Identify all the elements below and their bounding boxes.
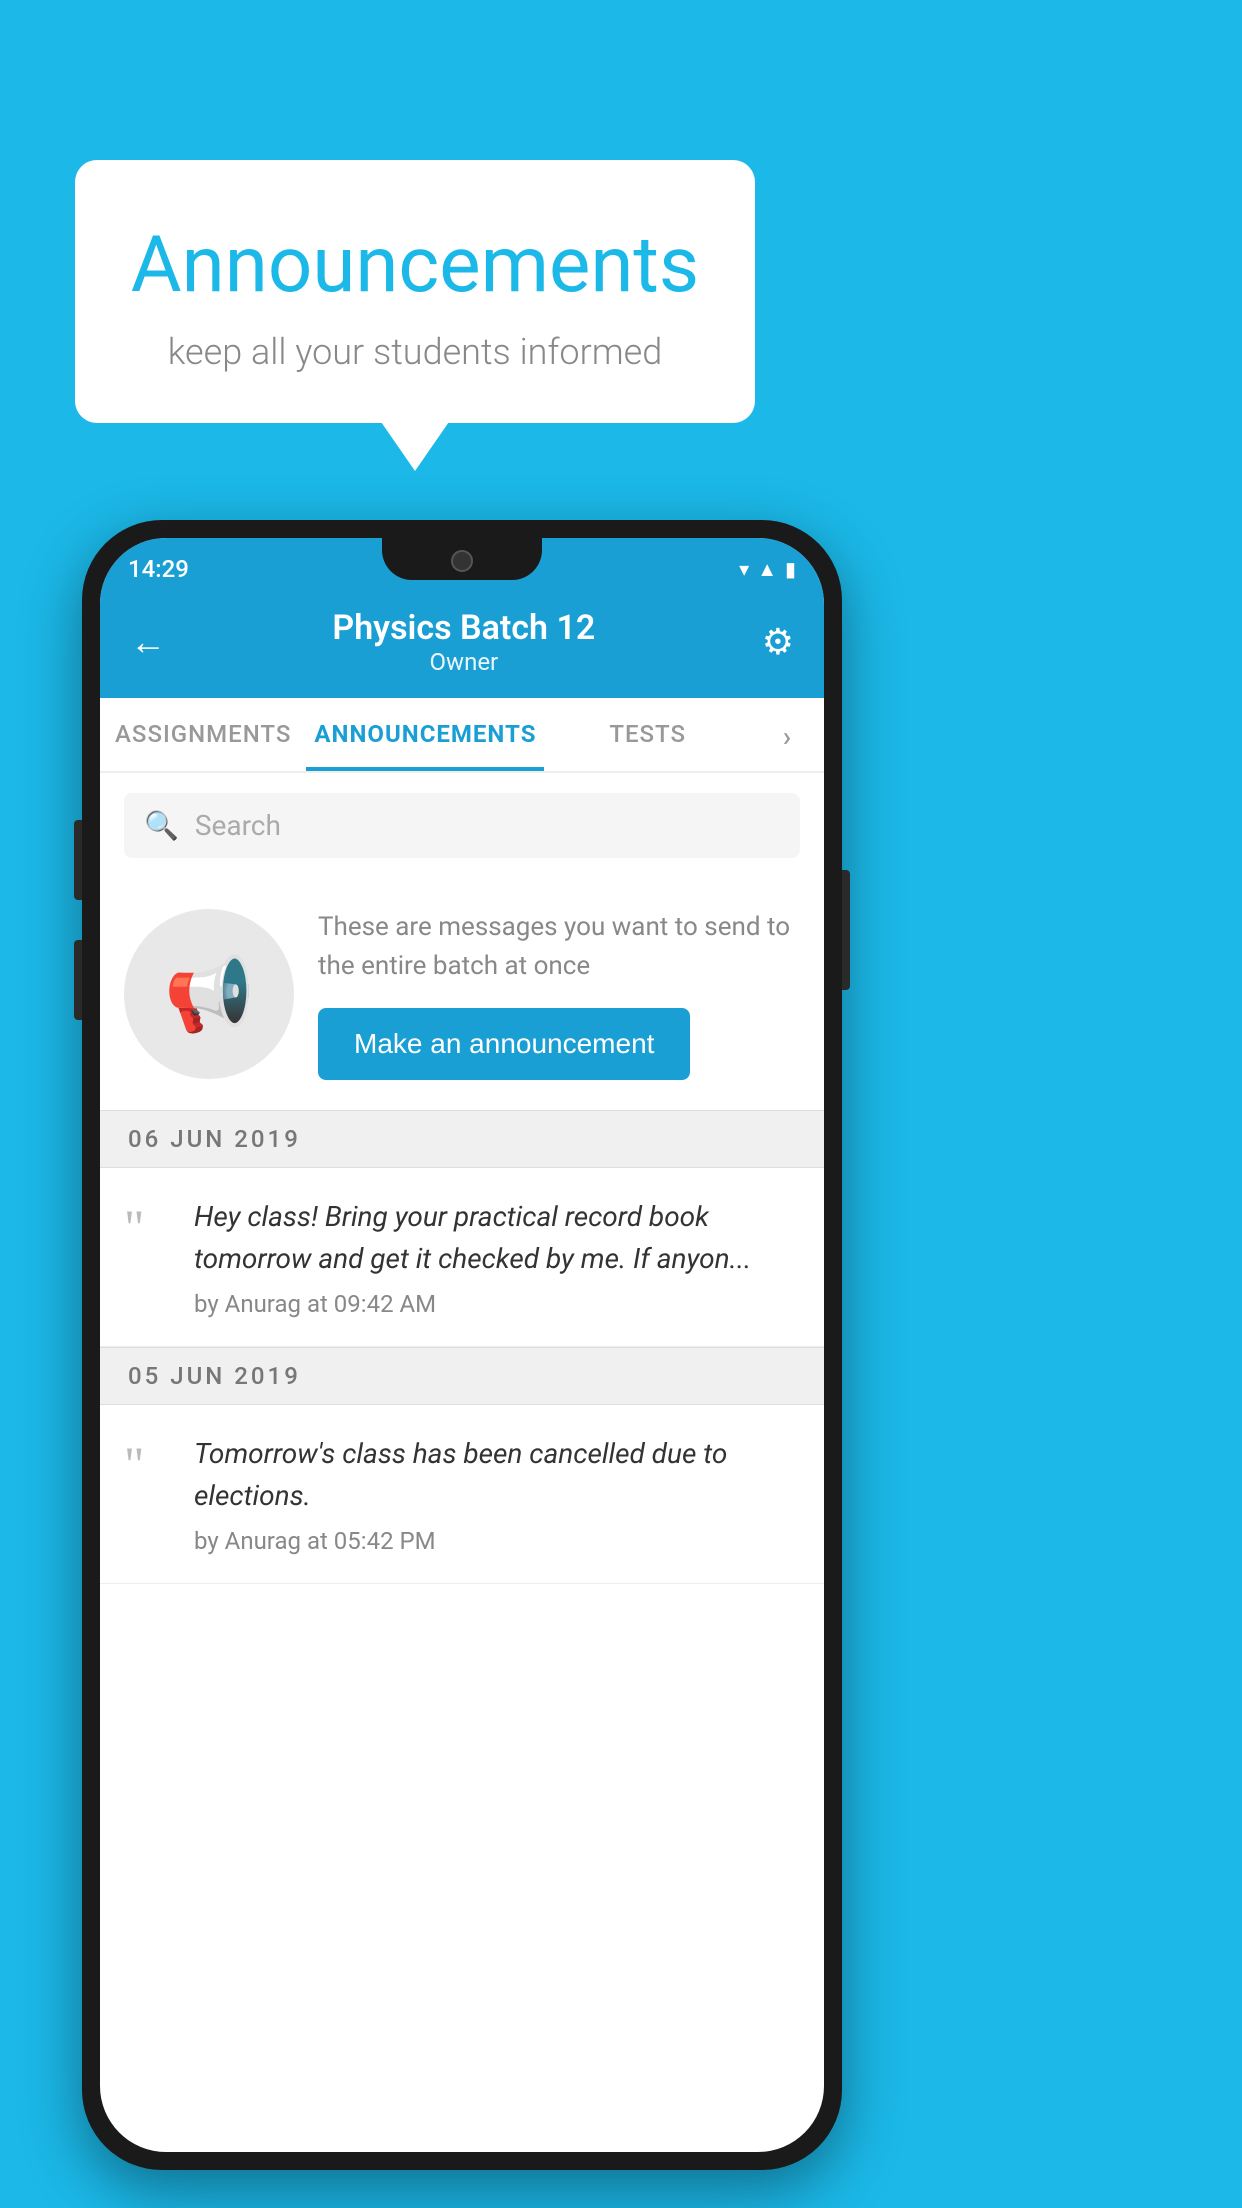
announcement-content-2: Tomorrow's class has been cancelled due …: [194, 1433, 800, 1555]
bubble-subtitle: keep all your students informed: [125, 331, 705, 373]
tabs-bar: ASSIGNMENTS ANNOUNCEMENTS TESTS ›: [100, 698, 824, 773]
volume-down-button: [74, 940, 82, 1020]
tab-announcements[interactable]: ANNOUNCEMENTS: [306, 698, 544, 771]
back-button[interactable]: ←: [130, 621, 166, 663]
header-title: Physics Batch 12: [166, 608, 762, 648]
announcement-text-1: Hey class! Bring your practical record b…: [194, 1196, 800, 1280]
speech-bubble-container: Announcements keep all your students inf…: [75, 160, 755, 423]
megaphone-icon: 📢: [164, 952, 254, 1037]
announcement-item-2[interactable]: " Tomorrow's class has been cancelled du…: [100, 1405, 824, 1584]
bubble-title: Announcements: [125, 220, 705, 311]
wifi-icon: ▾: [739, 557, 749, 581]
battery-icon: ▮: [785, 557, 796, 581]
search-input[interactable]: Search: [195, 809, 281, 842]
announcement-meta-2: by Anurag at 05:42 PM: [194, 1527, 800, 1555]
status-time: 14:29: [128, 555, 189, 583]
settings-icon[interactable]: ⚙: [762, 621, 794, 663]
header-center: Physics Batch 12 Owner: [166, 608, 762, 676]
speech-bubble: Announcements keep all your students inf…: [75, 160, 755, 423]
signal-icon: ▲: [757, 557, 777, 582]
quote-icon-2: ": [124, 1439, 174, 1489]
date-separator-1: 06 JUN 2019: [100, 1110, 824, 1168]
announcement-text-2: Tomorrow's class has been cancelled due …: [194, 1433, 800, 1517]
tab-tests[interactable]: TESTS: [544, 698, 750, 771]
announcement-item-1[interactable]: " Hey class! Bring your practical record…: [100, 1168, 824, 1347]
quote-icon-1: ": [124, 1202, 174, 1252]
app-header: ← Physics Batch 12 Owner ⚙: [100, 590, 824, 698]
announcement-content-1: Hey class! Bring your practical record b…: [194, 1196, 800, 1318]
status-icons: ▾ ▲ ▮: [739, 557, 796, 582]
phone-outer: 14:29 ▾ ▲ ▮ ← Physics Batch 12 Owner ⚙: [82, 520, 842, 2170]
phone-container: 14:29 ▾ ▲ ▮ ← Physics Batch 12 Owner ⚙: [82, 520, 842, 2170]
promo-section: 📢 These are messages you want to send to…: [100, 878, 824, 1110]
phone-screen: 14:29 ▾ ▲ ▮ ← Physics Batch 12 Owner ⚙: [100, 538, 824, 2152]
tab-more[interactable]: ›: [751, 698, 824, 771]
phone-notch: [382, 538, 542, 580]
promo-description: These are messages you want to send to t…: [318, 908, 800, 986]
announcement-meta-1: by Anurag at 09:42 AM: [194, 1290, 800, 1318]
search-bar[interactable]: 🔍 Search: [124, 793, 800, 858]
announcement-icon-circle: 📢: [124, 909, 294, 1079]
make-announcement-button[interactable]: Make an announcement: [318, 1008, 690, 1080]
header-subtitle: Owner: [166, 648, 762, 676]
camera-icon: [451, 550, 473, 572]
date-separator-2: 05 JUN 2019: [100, 1347, 824, 1405]
search-container: 🔍 Search: [100, 773, 824, 878]
search-icon: 🔍: [144, 809, 179, 842]
promo-right: These are messages you want to send to t…: [318, 908, 800, 1080]
volume-up-button: [74, 820, 82, 900]
power-button: [842, 870, 850, 990]
tab-assignments[interactable]: ASSIGNMENTS: [100, 698, 306, 771]
